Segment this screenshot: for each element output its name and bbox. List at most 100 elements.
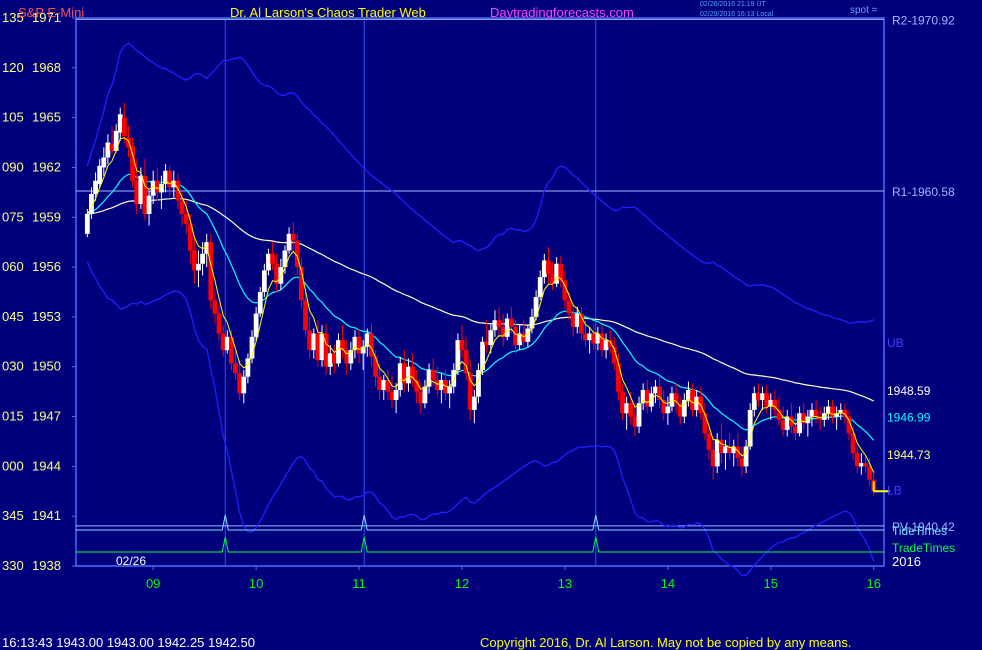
candle-body-153 (714, 439, 720, 467)
candle-body-164 (760, 393, 765, 400)
right-label-ub: UB (887, 336, 904, 350)
candle-body-75 (393, 389, 399, 400)
candle-body-106 (521, 333, 527, 342)
y-tick-1956: 1956 (32, 259, 61, 274)
candle-body-121 (583, 333, 588, 341)
candle-body-136 (644, 389, 650, 407)
candle-body-47 (278, 267, 284, 284)
candle-body-150 (702, 413, 708, 434)
candle-body-26 (191, 250, 197, 271)
candle-body-160 (743, 446, 749, 467)
candle-body-49 (286, 233, 292, 251)
candle-body-36 (233, 363, 238, 374)
candle-body-173 (797, 413, 802, 434)
candle-body-119 (574, 313, 580, 327)
y-tick-1947: 1947 (32, 409, 61, 424)
candle-body-76 (397, 363, 403, 390)
lower-band (86, 261, 875, 577)
candle-body-43 (261, 270, 267, 292)
candle-body-0 (84, 213, 90, 234)
candle-body-9 (121, 117, 127, 136)
candle-body-88 (447, 386, 453, 394)
candle-body-148 (694, 396, 700, 410)
candle-body-151 (706, 433, 712, 450)
candle-body-24 (183, 213, 189, 224)
candle-body-102 (504, 318, 510, 337)
candle-body-187 (854, 453, 860, 467)
candle-body-133 (632, 416, 638, 427)
level-label-r2: R2-1970.92 (892, 13, 955, 27)
candle-body-111 (541, 260, 547, 278)
candle-body-69 (369, 333, 374, 357)
candle-body-34 (224, 336, 230, 351)
candle-body-180 (826, 406, 831, 414)
candle-body-78 (406, 366, 411, 384)
x-tick-15: 15 (764, 576, 778, 591)
y-aux-tick-1959: 075 (2, 209, 24, 224)
symbol-label: S&P E-Mini (18, 5, 85, 20)
right-label-1946-99: 1946.99 (887, 411, 931, 425)
candle-body-139 (657, 386, 663, 400)
candle-body-108 (529, 316, 535, 329)
y-aux-tick-1947: 015 (2, 409, 24, 424)
y-tick-1953: 1953 (32, 309, 61, 324)
copyright-notice: Copyright 2016, Dr. Al Larson. May not b… (480, 635, 852, 650)
price-chart[interactable]: R2-1970.92R1-1960.58PV-1940.42135 1971120… (0, 0, 982, 650)
date-label: 02/26 (116, 554, 146, 568)
candle-body-110 (537, 277, 543, 297)
candle-body-17 (154, 180, 160, 193)
timestamp-local: 02/29/2016 16:13 Local (700, 11, 774, 18)
candle-body-99 (492, 320, 498, 331)
candle-body-172 (793, 426, 798, 434)
candle-body-32 (216, 313, 222, 334)
candle-body-188 (858, 463, 864, 467)
candle-body-59 (327, 353, 333, 367)
candle-body-94 (471, 396, 477, 410)
candle-body-97 (484, 341, 490, 346)
y-aux-tick-1944: 000 (2, 458, 24, 473)
x-tick-11: 11 (352, 576, 366, 591)
candle-body-86 (439, 380, 444, 390)
candle-body-53 (303, 300, 308, 331)
right-label-1944-73: 1944.73 (887, 448, 931, 462)
site-link[interactable]: Daytradingforecasts.com (490, 5, 634, 20)
chart-title: Dr. Al Larson's Chaos Trader Web (230, 5, 426, 20)
candle-body-22 (175, 180, 181, 201)
y-aux-tick-1956: 060 (2, 259, 24, 274)
plot-frame (75, 17, 885, 567)
candle-body-50 (290, 233, 296, 241)
candle-body-21 (171, 180, 177, 188)
candle-body-161 (747, 409, 753, 447)
candle-body-44 (266, 253, 271, 271)
candle-body-5 (105, 142, 111, 158)
candles (84, 102, 877, 497)
candle-body-23 (179, 200, 185, 214)
candle-body-118 (570, 313, 576, 327)
y-tick-1965: 1965 (32, 110, 61, 125)
y-aux-tick-1965: 105 (2, 110, 24, 125)
candle-body-100 (496, 320, 502, 327)
candle-body-98 (488, 330, 494, 346)
y-aux-tick-1953: 045 (2, 309, 24, 324)
candle-body-4 (101, 157, 107, 168)
y-aux-tick-1968: 120 (2, 60, 24, 75)
candle-body-15 (146, 195, 152, 214)
x-tick-13: 13 (558, 576, 572, 591)
trade-times-label: TradeTimes (892, 541, 955, 555)
candle-body-7 (113, 130, 119, 151)
candle-body-55 (311, 333, 317, 351)
level-label-r1: R1-1960.58 (892, 185, 955, 199)
y-aux-tick-1950: 030 (2, 359, 24, 374)
candle-body-2 (93, 180, 98, 195)
y-tick-1962: 1962 (32, 159, 61, 174)
candle-body-54 (307, 330, 313, 351)
trade-times-line (76, 536, 884, 553)
candle-body-91 (459, 340, 465, 351)
candle-body-169 (780, 419, 786, 430)
candle-body-147 (690, 389, 695, 410)
candle-body-130 (620, 391, 625, 414)
candle-body-84 (430, 370, 436, 381)
y-tick-1941: 1941 (32, 508, 61, 523)
candle-body-152 (710, 449, 716, 467)
candle-body-20 (167, 170, 173, 188)
